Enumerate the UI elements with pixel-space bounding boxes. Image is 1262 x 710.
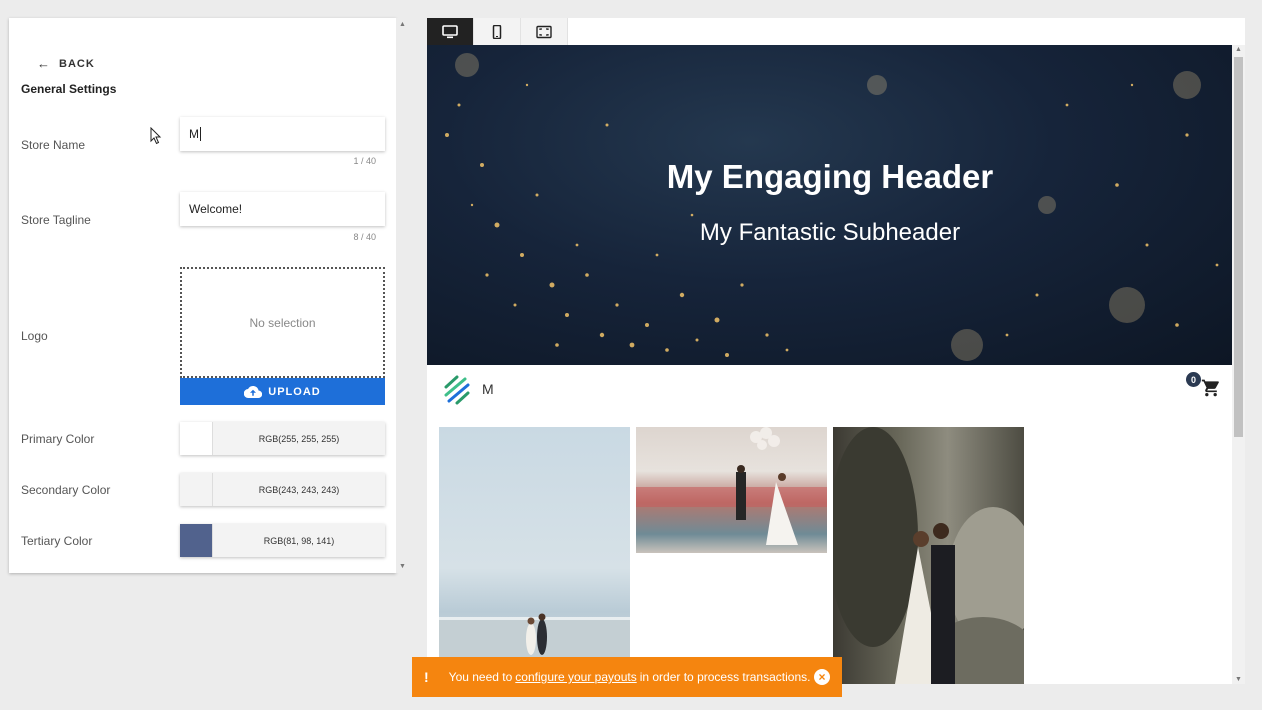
primary-color-label: Primary Color bbox=[21, 432, 95, 446]
upload-button[interactable]: UPLOAD bbox=[180, 378, 385, 405]
store-name-value: M bbox=[189, 127, 199, 141]
store-name-label: Store Name bbox=[21, 138, 86, 152]
configure-payouts-link[interactable]: configure your payouts bbox=[515, 670, 636, 684]
tertiary-color-label: Tertiary Color bbox=[21, 534, 93, 548]
store-tagline-input[interactable]: Welcome! bbox=[180, 192, 385, 226]
upload-label: UPLOAD bbox=[268, 385, 321, 398]
tab-fullscreen[interactable] bbox=[521, 18, 568, 45]
payout-warning-snackbar: ! You need to configure your payouts in … bbox=[412, 657, 842, 697]
preview-scroll-down-icon[interactable]: ▼ bbox=[1235, 676, 1242, 683]
primary-color-picker[interactable]: RGB(255, 255, 255) bbox=[180, 422, 385, 455]
tertiary-color-value: RGB(81, 98, 141) bbox=[263, 535, 335, 546]
snackbar-suffix: in order to process transactions. bbox=[639, 670, 811, 684]
mobile-icon bbox=[492, 24, 502, 39]
balloon-couple-image bbox=[636, 427, 827, 545]
section-title: General Settings bbox=[21, 82, 117, 96]
store-tagline-counter: 8 / 40 bbox=[353, 232, 376, 242]
tab-mobile[interactable] bbox=[474, 18, 521, 45]
secondary-color-swatch bbox=[180, 473, 213, 506]
tab-desktop[interactable] bbox=[427, 18, 474, 45]
mouse-cursor-icon bbox=[150, 127, 162, 145]
rock-couple-image bbox=[833, 427, 1024, 684]
preview-scroll-thumb[interactable] bbox=[1234, 57, 1243, 437]
snackbar-prefix: You need to bbox=[448, 670, 513, 684]
fullscreen-icon bbox=[536, 25, 552, 38]
hero-title: My Engaging Header bbox=[666, 158, 994, 195]
store-preview: My Engaging Header My Fantastic Subheade… bbox=[427, 18, 1245, 684]
hero-banner: My Engaging Header My Fantastic Subheade… bbox=[427, 45, 1233, 365]
store-name-display: M bbox=[482, 381, 494, 397]
primary-color-value: RGB(255, 255, 255) bbox=[258, 433, 340, 444]
store-logo-icon bbox=[444, 375, 470, 405]
bokeh-background-image bbox=[445, 53, 1219, 361]
scroll-up-icon[interactable]: ▲ bbox=[399, 21, 406, 28]
cart-icon[interactable] bbox=[1201, 378, 1221, 398]
secondary-color-value: RGB(243, 243, 243) bbox=[258, 484, 340, 495]
cart-count-badge: 0 bbox=[1186, 372, 1201, 387]
tertiary-color-swatch bbox=[180, 524, 213, 557]
logo-label: Logo bbox=[21, 329, 48, 343]
scroll-down-icon[interactable]: ▼ bbox=[399, 563, 406, 570]
back-label: BACK bbox=[59, 57, 95, 70]
store-header-bar: M 0 bbox=[427, 365, 1233, 415]
arrow-left-icon: ← bbox=[37, 56, 51, 71]
logo-empty-text: No selection bbox=[249, 315, 316, 330]
cloud-upload-icon bbox=[244, 385, 263, 398]
settings-scrollbar[interactable]: ▲ ▼ bbox=[396, 18, 410, 573]
primary-color-swatch bbox=[180, 422, 213, 455]
store-tagline-value: Welcome! bbox=[189, 202, 243, 216]
close-icon[interactable]: × bbox=[814, 669, 830, 685]
secondary-color-label: Secondary Color bbox=[21, 483, 111, 497]
secondary-color-picker[interactable]: RGB(243, 243, 243) bbox=[180, 473, 385, 506]
product-photo-rock-couple[interactable] bbox=[833, 427, 1024, 684]
product-photo-beach-couple[interactable] bbox=[439, 427, 630, 684]
settings-panel: ← BACK General Settings Store Name M 1 /… bbox=[9, 18, 396, 573]
preview-scrollbar[interactable]: ▲ ▼ bbox=[1232, 45, 1245, 684]
logo-dropzone[interactable]: No selection bbox=[180, 267, 385, 378]
back-button[interactable]: ← BACK bbox=[37, 56, 95, 71]
store-name-counter: 1 / 40 bbox=[353, 156, 376, 166]
tertiary-color-picker[interactable]: RGB(81, 98, 141) bbox=[180, 524, 385, 557]
store-name-input[interactable]: M bbox=[180, 117, 385, 151]
device-tabs bbox=[427, 18, 568, 45]
beach-couple-image bbox=[439, 613, 630, 684]
store-tagline-label: Store Tagline bbox=[21, 213, 91, 227]
product-photo-balloon-couple[interactable] bbox=[636, 427, 827, 553]
preview-scroll-up-icon[interactable]: ▲ bbox=[1235, 46, 1242, 53]
warning-icon: ! bbox=[424, 669, 429, 685]
desktop-icon bbox=[442, 24, 458, 38]
hero-subtitle: My Fantastic Subheader bbox=[699, 219, 961, 246]
